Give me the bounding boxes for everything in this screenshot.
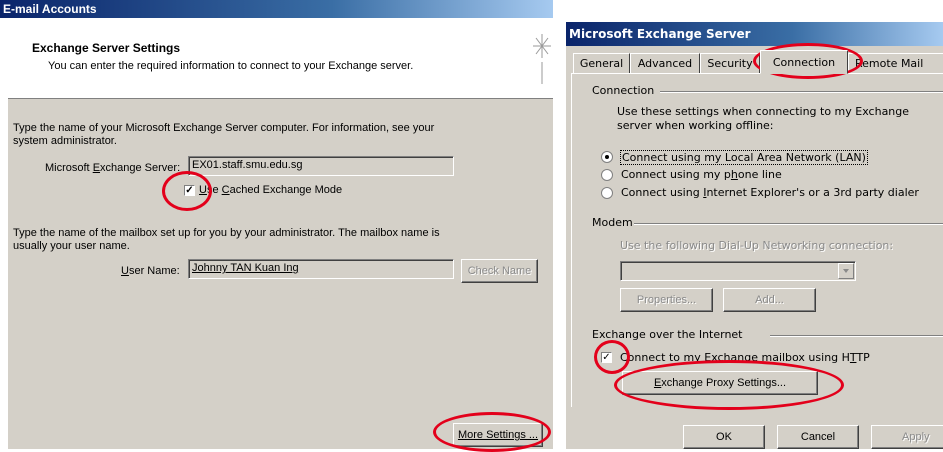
http-label: Connect to my Exchange mailbox using HTT…	[620, 351, 870, 364]
user-input[interactable]: Johnny TAN Kuan Ing	[188, 259, 454, 279]
tab-remote-mail[interactable]: Remote Mail	[848, 53, 943, 73]
ok-button[interactable]: OK	[683, 425, 765, 449]
cached-mode-checkbox[interactable]: ✓	[184, 185, 195, 196]
ie-dialer-label: Connect using Internet Explorer's or a 3…	[621, 186, 919, 199]
connection-group-label: Connection	[592, 84, 655, 97]
header-title: Exchange Server Settings	[32, 41, 181, 55]
settings-header: Exchange Server Settings You can enter t…	[8, 18, 553, 99]
server-input[interactable]: EX01.staff.smu.edu.sg	[188, 156, 454, 176]
exchange-server-dialog: Microsoft Exchange Server General Advanc…	[566, 22, 943, 449]
lan-label: Connect using my Local Area Network (LAN…	[620, 150, 868, 165]
phone-radio[interactable]	[601, 169, 613, 181]
more-settings-button[interactable]: More Settings ...	[453, 423, 543, 447]
tab-general[interactable]: General	[573, 53, 630, 73]
dropdown-arrow-icon[interactable]	[838, 263, 854, 279]
user-value: Johnny TAN Kuan Ing	[192, 262, 299, 274]
email-accounts-title-bar: E-mail Accounts	[0, 0, 553, 18]
tab-remote-mail-label: Remote Mail	[855, 57, 924, 70]
apply-button[interactable]: Apply	[871, 425, 943, 449]
tab-security-label: Security	[707, 57, 753, 70]
phone-label: Connect using my phone line	[621, 168, 782, 181]
more-settings-label: More Settings ...	[457, 429, 539, 441]
settings-body: Type the name of your Microsoft Exchange…	[8, 99, 553, 449]
apply-label: Apply	[902, 431, 930, 443]
exchange-proxy-settings-button[interactable]: Exchange Proxy Settings...	[622, 371, 818, 395]
email-accounts-dialog: E-mail Accounts Exchange Server Settings…	[0, 0, 553, 452]
properties-button[interactable]: Properties...	[620, 288, 713, 312]
exchange-title-bar: Microsoft Exchange Server	[566, 22, 943, 46]
connection-description: Use these settings when connecting to my…	[617, 105, 910, 132]
tab-advanced[interactable]: Advanced	[630, 53, 700, 73]
check-name-button[interactable]: Check Name	[461, 259, 538, 283]
tab-connection[interactable]: Connection	[760, 50, 848, 74]
http-checkbox[interactable]: ✓	[601, 352, 612, 363]
server-instructions: Type the name of your Microsoft Exchange…	[13, 122, 435, 147]
ie-dialer-radio[interactable]	[601, 187, 613, 199]
sparkle-icon	[530, 28, 554, 88]
cancel-label: Cancel	[800, 431, 836, 443]
properties-label: Properties...	[636, 294, 697, 306]
email-accounts-title: E-mail Accounts	[3, 2, 97, 16]
modem-group-label: Modem	[592, 216, 633, 229]
tab-advanced-label: Advanced	[637, 57, 693, 70]
server-value: EX01.staff.smu.edu.sg	[192, 159, 303, 171]
user-label: User Name:	[121, 265, 180, 277]
dialup-select[interactable]	[620, 261, 856, 281]
internet-group-label: Exchange over the Internet	[592, 328, 743, 341]
modem-description: Use the following Dial-Up Networking con…	[620, 239, 894, 252]
tab-connection-label: Connection	[772, 55, 836, 69]
mailbox-instructions: Type the name of the mailbox set up for …	[13, 227, 440, 252]
tab-security[interactable]: Security	[700, 53, 760, 73]
cached-mode-label: Use Cached Exchange Mode	[199, 184, 343, 196]
ok-label: OK	[716, 431, 732, 443]
add-label: Add...	[755, 294, 784, 306]
proxy-label: Exchange Proxy Settings...	[653, 377, 787, 389]
connection-tab-page: Connection Use these settings when conne…	[571, 73, 943, 407]
check-name-label: Check Name	[467, 265, 532, 277]
modem-group-line	[634, 223, 943, 225]
exchange-title: Microsoft Exchange Server	[569, 27, 751, 41]
tab-general-label: General	[579, 57, 624, 70]
server-label: Microsoft Exchange Server:	[45, 162, 181, 174]
lan-radio[interactable]	[601, 151, 613, 163]
internet-group-line	[770, 335, 943, 337]
add-button[interactable]: Add...	[723, 288, 816, 312]
cancel-button[interactable]: Cancel	[777, 425, 859, 449]
connection-group-line	[660, 91, 943, 93]
header-subtitle: You can enter the required information t…	[48, 60, 414, 72]
